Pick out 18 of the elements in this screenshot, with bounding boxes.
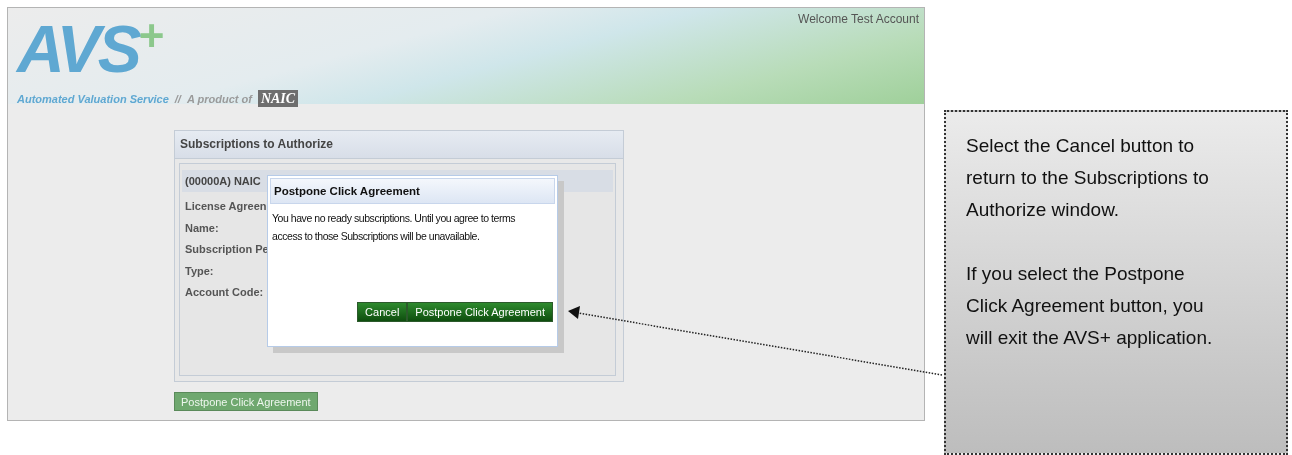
callout-text: If you select the Postpone Click Agreement button, you will exit the AVS+ application.	[966, 262, 1214, 350]
panel-title: Subscriptions to Authorize	[175, 131, 623, 159]
brand-badge: NAIC	[257, 90, 299, 107]
separator-text: //	[174, 92, 181, 105]
field-label: Type:	[185, 263, 214, 279]
callout-text: Select the Cancel button to return to the Subscriptions to Authorize window.	[966, 134, 1210, 222]
dialog-message: You have no ready subscriptions. Until you agree to terms access to those Subscriptions will be unavailable.	[271, 211, 517, 244]
field-label: Account Code:	[185, 285, 264, 300]
welcome-text: Welcome Test Account	[798, 12, 919, 26]
logo-plus-sign: +	[138, 18, 165, 54]
postpone-button[interactable]: Postpone Click Agreement	[407, 302, 553, 322]
field-label: License Agreen	[185, 199, 267, 214]
logo-text: AVS	[17, 18, 139, 80]
product-of-text: A product of	[186, 92, 252, 105]
cancel-button[interactable]: Cancel	[357, 302, 408, 322]
tagline: Automated Valuation Service	[17, 92, 169, 105]
dialog-title: Postpone Click Agreement	[270, 178, 555, 204]
field-label: Name:	[185, 220, 219, 236]
